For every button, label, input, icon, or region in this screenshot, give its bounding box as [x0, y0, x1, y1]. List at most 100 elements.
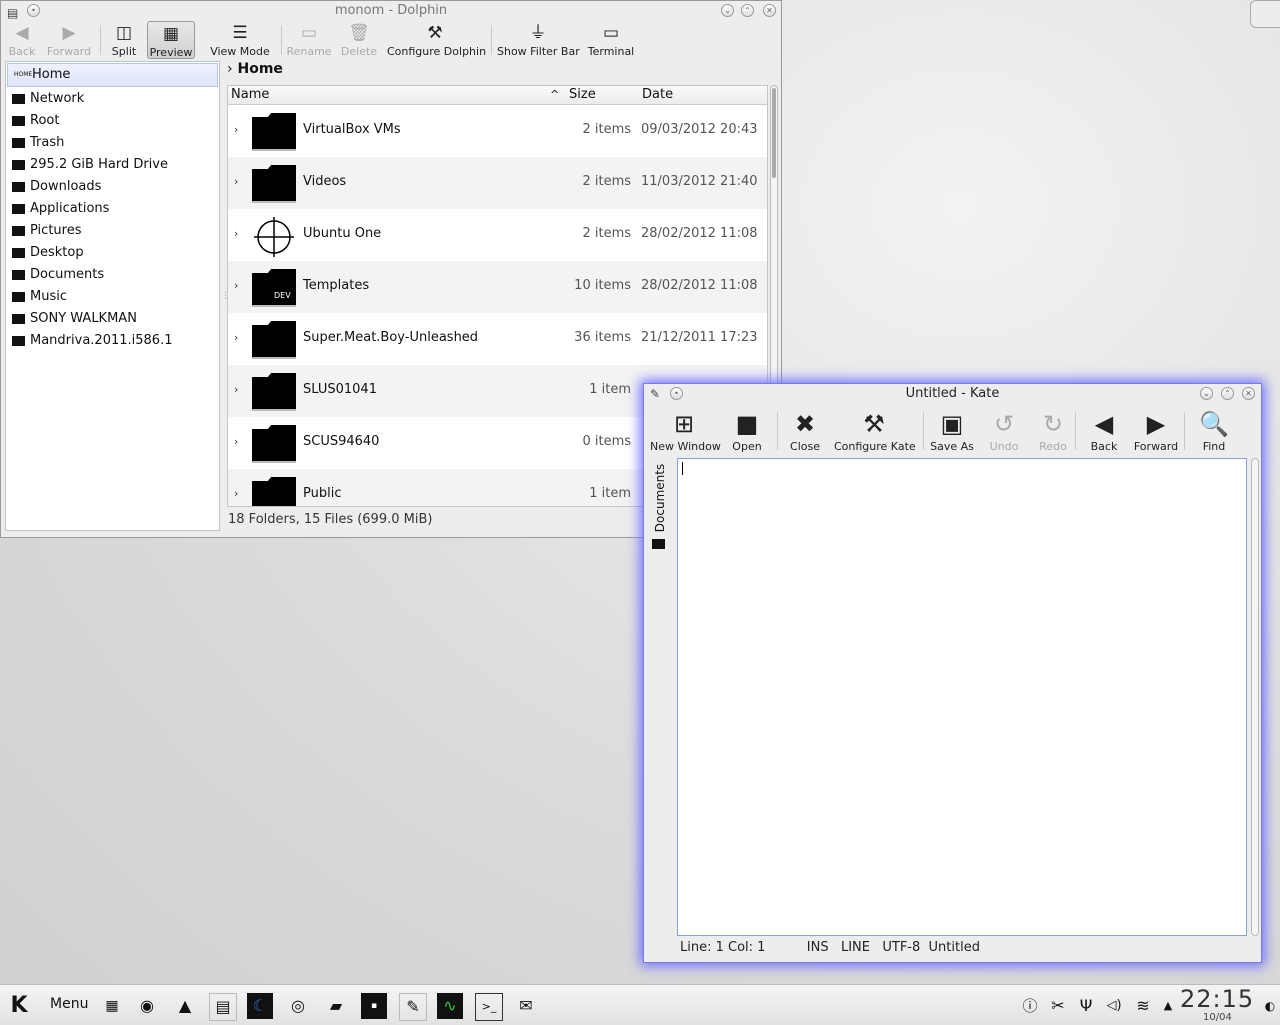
wifi-icon[interactable]: ≋ [1130, 993, 1156, 1019]
volume-icon[interactable]: ◁) [1101, 993, 1127, 1019]
kde-logo-icon[interactable]: K [6, 993, 32, 1019]
expand-arrow-icon[interactable]: › [234, 123, 238, 136]
kate-forward-button[interactable]: ▶ Forward [1132, 408, 1180, 454]
places-item-label: Music [30, 289, 67, 304]
show-filter-bar-button[interactable]: ⏚ Show Filter Bar [497, 21, 580, 59]
dolphin-statusbar: 18 Folders, 15 Files (699.0 MiB) [228, 512, 433, 527]
mail-icon[interactable]: ✉ [513, 993, 539, 1019]
kate-maximize-button[interactable]: ⌃ [1221, 387, 1234, 400]
kate-window-menu-icon[interactable]: ✎ [650, 384, 660, 404]
places-item-network[interactable]: Network [6, 88, 219, 110]
expand-arrow-icon[interactable]: › [234, 435, 238, 448]
delete-button[interactable]: 🗑 Delete [337, 21, 381, 59]
places-item-music[interactable]: Music [6, 286, 219, 308]
kate-new-window-button[interactable]: ⊞ New Window [650, 408, 721, 454]
places-item-sony-walkman[interactable]: SONY WALKMAN [6, 308, 219, 330]
preview-button[interactable]: ▦ Preview [147, 21, 195, 59]
kate-redo-button[interactable]: ↻ Redo [1031, 408, 1075, 454]
rename-button[interactable]: ▭ Rename [285, 21, 333, 59]
clock[interactable]: 22:15 [1180, 985, 1254, 1013]
dolphin-sticky-button[interactable]: • [27, 4, 40, 17]
expand-arrow-icon[interactable]: › [234, 175, 238, 188]
menu-button[interactable]: Menu [50, 996, 88, 1012]
expand-arrow-icon[interactable]: › [234, 227, 238, 240]
view-mode-button[interactable]: ☰ View Mode [207, 21, 273, 59]
documents-side-tab[interactable]: Documents [650, 459, 670, 559]
file-date: 11/03/2012 21:40 [641, 174, 758, 189]
places-item-home[interactable]: HOME Home [7, 63, 218, 87]
scrollbar-thumb[interactable] [772, 88, 776, 178]
kate-sticky-button[interactable]: • [670, 387, 683, 400]
file-row[interactable]: › VirtualBox VMs 2 items 09/03/2012 20:43 [228, 105, 767, 157]
chat-icon[interactable]: ▰ [323, 993, 349, 1019]
column-size[interactable]: Size [569, 86, 596, 104]
kate-open-button[interactable]: ■ Open [730, 408, 764, 454]
breadcrumb-home[interactable]: Home [237, 61, 282, 77]
places-item-pictures[interactable]: Pictures [6, 220, 219, 242]
terminal-icon[interactable]: >_ [475, 993, 503, 1021]
places-item-root[interactable]: Root [6, 110, 219, 132]
terminal-button[interactable]: ▭ Terminal [585, 21, 637, 59]
kate-minimize-button[interactable]: ⌄ [1200, 387, 1213, 400]
wolf-icon[interactable]: ▲ [172, 993, 198, 1019]
file-row[interactable]: › Videos 2 items 11/03/2012 21:40 [228, 157, 767, 209]
file-row[interactable]: › DEV Templates 10 items 28/02/2012 11:08 [228, 261, 767, 313]
system-monitor-icon[interactable]: ∿ [437, 993, 463, 1019]
places-item-applications[interactable]: Applications [6, 198, 219, 220]
tray-expand-icon[interactable]: ▲ [1155, 993, 1181, 1019]
moon-app-icon[interactable]: ☾ [247, 993, 273, 1019]
text-editor[interactable] [677, 458, 1247, 936]
expand-arrow-icon[interactable]: › [234, 383, 238, 396]
column-name[interactable]: Name [231, 86, 269, 104]
file-row[interactable]: › Ubuntu One 2 items 28/02/2012 11:08 [228, 209, 767, 261]
kate-back-button[interactable]: ◀ Back [1086, 408, 1122, 454]
system-icon[interactable]: ▪ [361, 993, 387, 1019]
forward-button[interactable]: ▶ Forward [45, 21, 93, 59]
dolphin-maximize-button[interactable]: ⌃ [741, 4, 754, 17]
kate-close-button[interactable]: ✖ Close [786, 408, 824, 454]
column-date[interactable]: Date [642, 86, 673, 104]
file-row[interactable]: › Super.Meat.Boy-Unleashed 36 items 21/12/2… [228, 313, 767, 365]
places-item-downloads[interactable]: Downloads [6, 176, 219, 198]
scissors-icon[interactable]: ✂ [1045, 993, 1071, 1019]
dolphin-close-button[interactable]: ✕ [763, 4, 776, 17]
dolphin-minimize-button[interactable]: ⌄ [721, 4, 734, 17]
places-item-295-2-gib-hard-drive[interactable]: 295.2 GiB Hard Drive [6, 154, 219, 176]
kate-undo-button[interactable]: ↺ Undo [982, 408, 1026, 454]
dolphin-window-menu-icon[interactable]: ▤ [7, 3, 18, 23]
kate-task-icon[interactable]: ✎ [399, 993, 427, 1021]
chrome-icon[interactable]: ◉ [134, 993, 160, 1019]
kate-find-button[interactable]: 🔍 Find [1190, 408, 1238, 454]
kate-titlebar[interactable]: ✎ • Untitled - Kate ⌄ ⌃ ✕ [644, 384, 1261, 404]
breadcrumb[interactable]: › Home [227, 61, 283, 77]
kate-close-button[interactable]: ✕ [1242, 387, 1255, 400]
kate-save-as-button[interactable]: ▣ Save As [930, 408, 974, 454]
configure-icon: ⚒ [863, 410, 885, 438]
places-item-trash[interactable]: Trash [6, 132, 219, 154]
split-button[interactable]: ◫ Split [107, 21, 141, 59]
places-item-mandriva-2011-i586-1[interactable]: Mandriva.2011.i586.1 [6, 330, 219, 352]
dolphin-titlebar[interactable]: ▤ • monom - Dolphin ⌄ ⌃ ✕ [1, 1, 781, 21]
desktop-pager-icon[interactable]: ▦ [99, 993, 125, 1019]
expand-arrow-icon[interactable]: › [234, 331, 238, 344]
usb-icon[interactable]: Ψ [1073, 993, 1099, 1019]
eye-icon[interactable]: ◎ [285, 993, 311, 1019]
info-icon[interactable]: ⓘ [1017, 993, 1043, 1019]
view-mode-icon: ☰ [232, 23, 248, 43]
back-button[interactable]: ◀ Back [3, 21, 41, 59]
toolbar-separator [1075, 412, 1076, 450]
kate-title: Untitled - Kate [905, 386, 1000, 401]
editor-scrollbar[interactable] [1251, 458, 1259, 936]
toolbar-separator [281, 25, 282, 55]
panel-toolbox-icon[interactable]: ◐ [1262, 993, 1278, 1019]
expand-arrow-icon[interactable]: › [234, 487, 238, 500]
expand-arrow-icon[interactable]: › [234, 279, 238, 292]
toolbar-label: Rename [286, 45, 332, 58]
file-manager-icon[interactable]: ▤ [209, 993, 237, 1021]
configure-dolphin-button[interactable]: ⚒ Configure Dolphin [387, 21, 486, 59]
file-name: Super.Meat.Boy-Unleashed [303, 330, 479, 345]
offscreen-window-edge [1250, 0, 1280, 28]
places-item-documents[interactable]: Documents [6, 264, 219, 286]
places-item-desktop[interactable]: Desktop [6, 242, 219, 264]
kate-configure-kate-button[interactable]: ⚒ Configure Kate [834, 408, 916, 454]
